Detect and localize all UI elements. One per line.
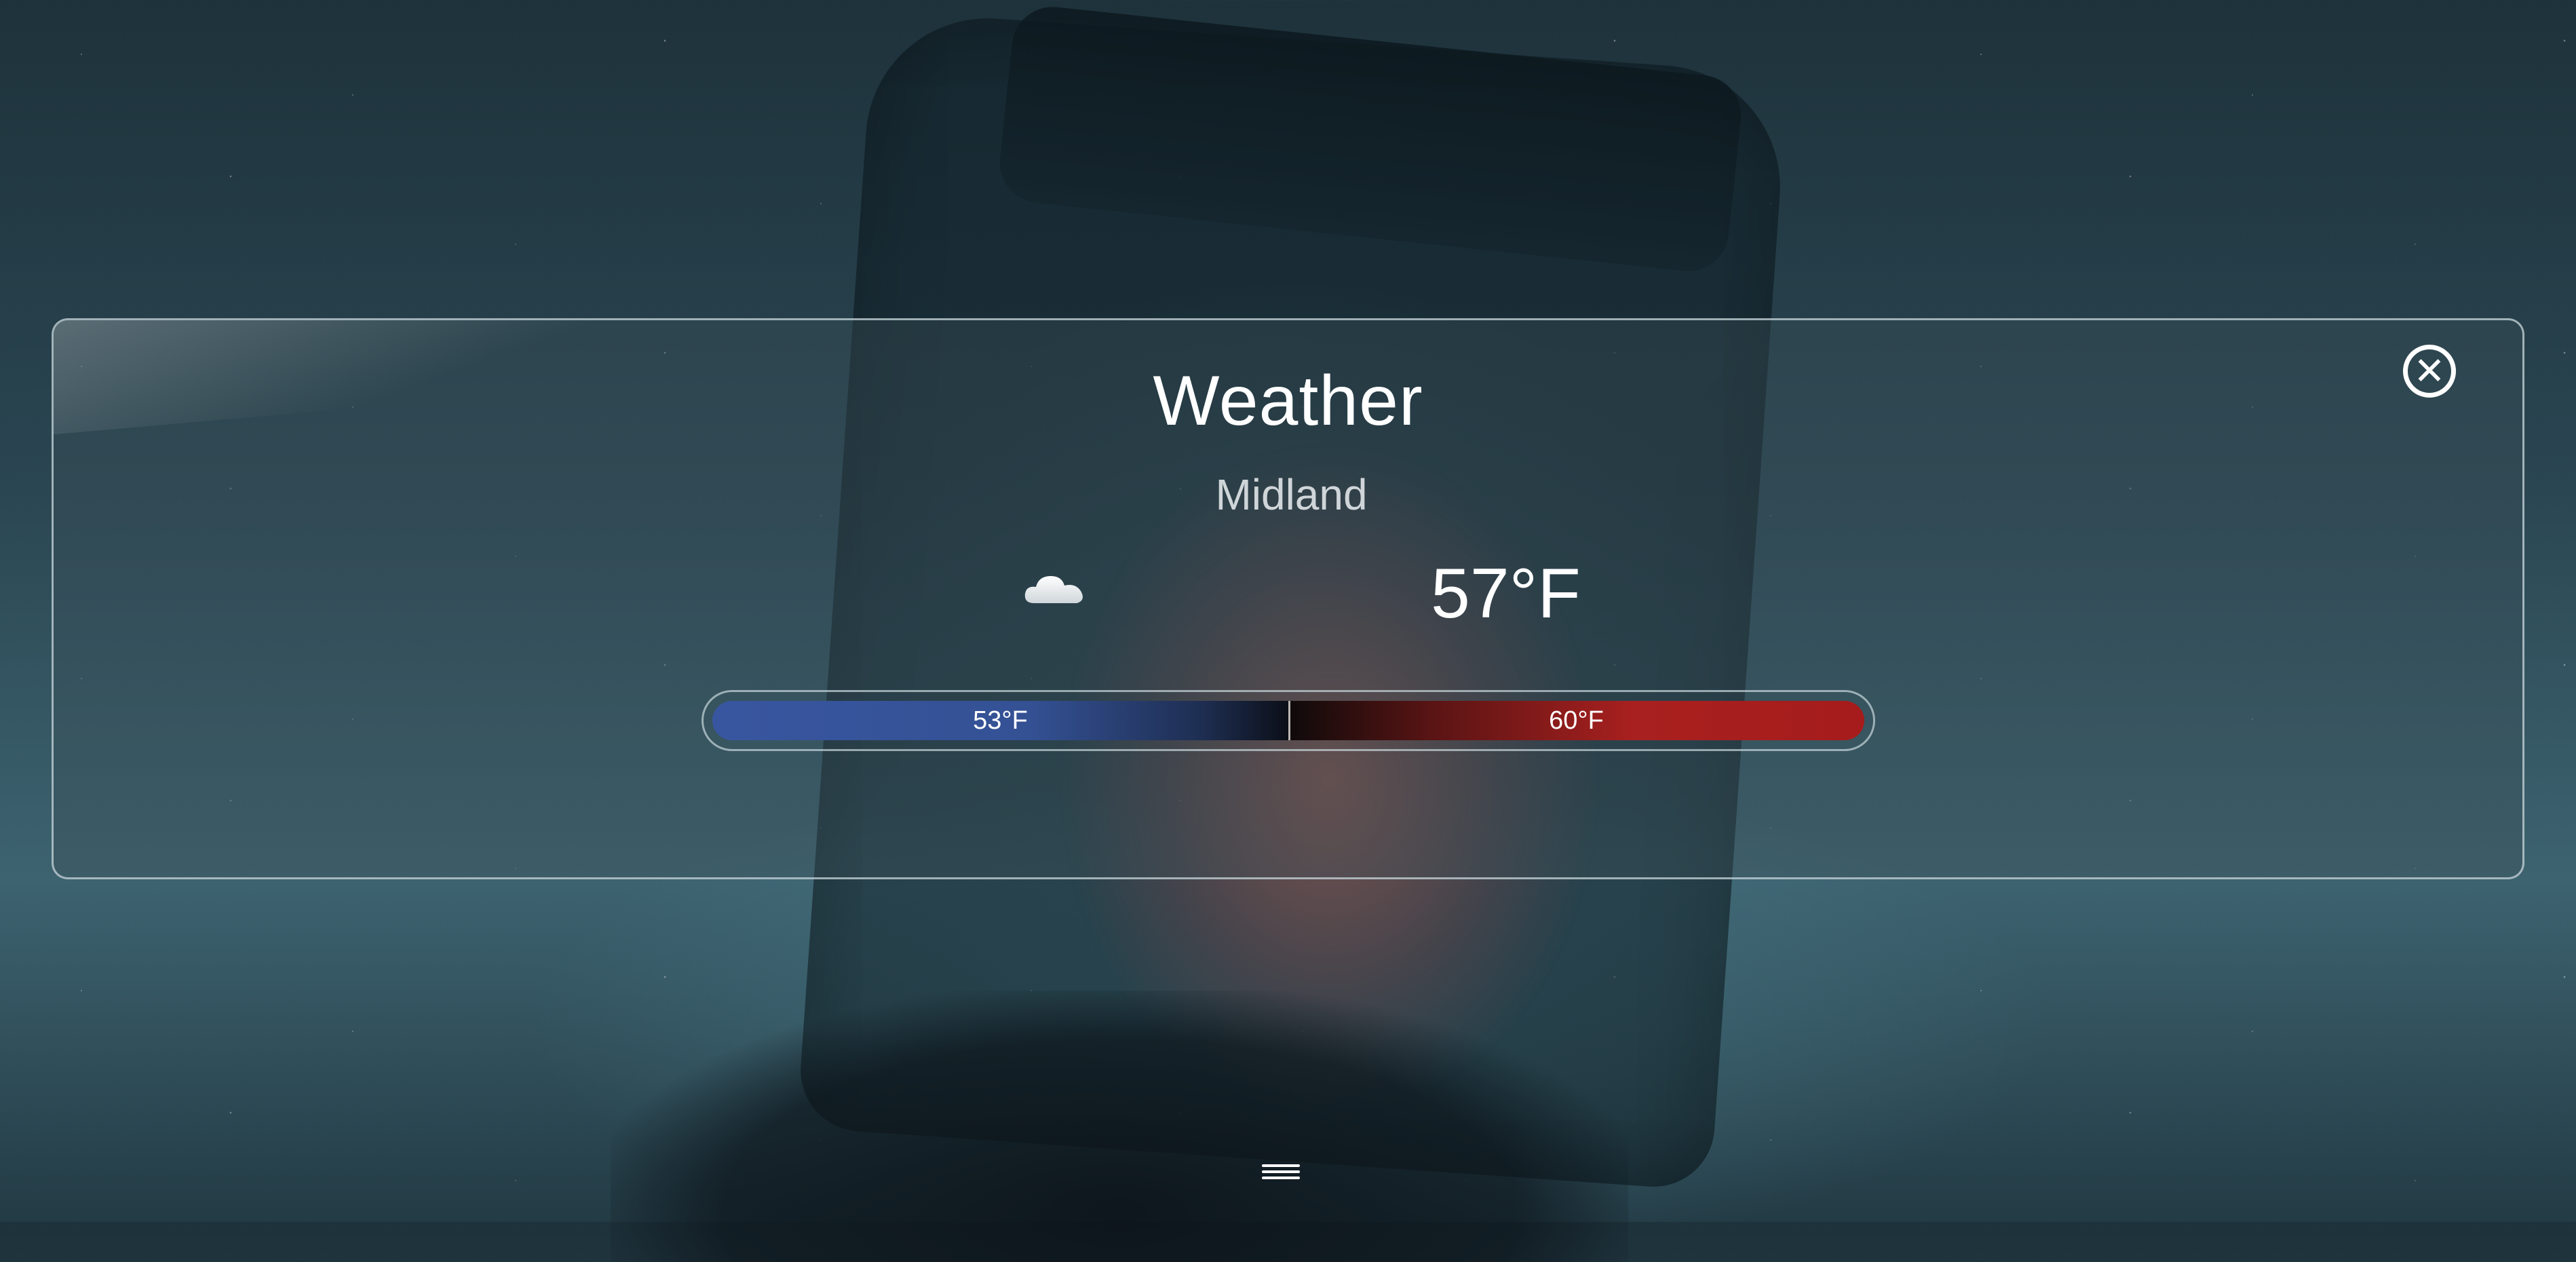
temperature-range-bar: 53°F 60°F — [712, 701, 1864, 740]
high-temperature: 60°F — [1288, 701, 1864, 740]
cloud-icon — [1024, 576, 1083, 603]
menu-line — [1262, 1170, 1300, 1173]
widget-title: Weather — [1153, 362, 1423, 440]
temperature-range: 53°F 60°F — [701, 690, 1875, 751]
location-label: Midland — [1215, 470, 1368, 519]
background-hands — [611, 991, 1628, 1262]
current-temperature: 57°F — [1431, 554, 1581, 633]
menu-line — [1262, 1177, 1300, 1179]
range-divider — [1288, 701, 1290, 740]
menu-icon[interactable] — [1262, 1164, 1300, 1185]
weather-panel: Weather Midland ✕ 57°F 53°F 60°F — [52, 318, 2524, 879]
menu-line — [1262, 1164, 1300, 1167]
low-temperature: 53°F — [712, 701, 1288, 740]
close-icon[interactable]: ✕ — [2403, 345, 2456, 398]
